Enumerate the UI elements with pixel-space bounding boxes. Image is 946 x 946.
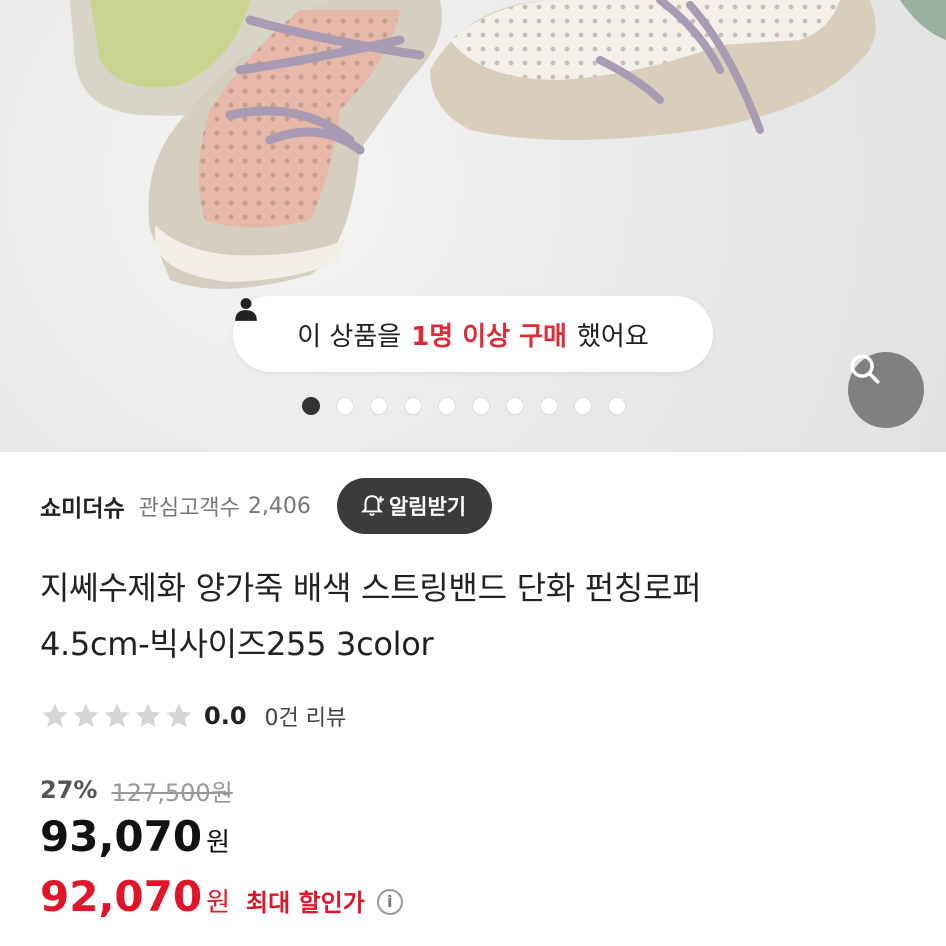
carousel-dot[interactable] [302, 397, 320, 415]
shop-name[interactable]: 쇼미더슈 [40, 489, 125, 523]
price-row: 93,070 원 [40, 812, 230, 861]
product-title-line2: 4.5cm-빅사이즈255 3color [40, 625, 434, 663]
purchase-count-badge: 이 상품을 1명 이상 구매 했어요 [233, 296, 713, 372]
carousel-dot[interactable] [370, 397, 388, 415]
search-icon [850, 354, 880, 384]
rating-score: 0.0 [204, 702, 247, 730]
product-title-line1: 지쎄수제화 양가죽 배색 스트링밴드 단화 펀칭로퍼 [40, 569, 702, 607]
carousel-dot[interactable] [608, 397, 626, 415]
max-discount-price: 92,070 [40, 872, 203, 921]
star-icon [104, 703, 130, 728]
interest-count: 2,406 [247, 493, 311, 519]
purchase-highlight: 1명 이상 구매 [411, 321, 567, 352]
carousel-dot[interactable] [438, 397, 456, 415]
carousel-dot[interactable] [404, 397, 422, 415]
person-icon [235, 298, 257, 321]
shop-info: 쇼미더슈 관심고객수 2,406 알림받기 [40, 478, 493, 534]
interest-label: 관심고객수 [138, 496, 240, 521]
product-image-carousel[interactable]: 이 상품을 1명 이상 구매 했어요 [0, 0, 946, 452]
sale-price: 93,070 [40, 812, 203, 861]
bell-plus-icon [360, 495, 384, 516]
review-count[interactable]: 0건 리뷰 [265, 700, 347, 732]
star-icon [166, 703, 192, 728]
product-photo [70, 0, 946, 289]
max-discount-label: 최대 할인가 [246, 889, 365, 917]
carousel-dot[interactable] [472, 397, 490, 415]
carousel-dot[interactable] [574, 397, 592, 415]
max-discount-currency: 원 [206, 888, 230, 918]
carousel-dot[interactable] [540, 397, 558, 415]
rating-row[interactable]: 0.0 0건 리뷰 [40, 696, 346, 736]
discount-rate: 27% [40, 776, 98, 804]
info-icon[interactable]: i [376, 888, 403, 915]
notify-button[interactable]: 알림받기 [336, 478, 493, 534]
star-icon [42, 703, 68, 728]
star-icon [135, 703, 161, 728]
carousel-indicator [302, 397, 626, 415]
discount-row: 27% 127,500원 [40, 770, 233, 810]
star-rating [40, 701, 194, 731]
product-title: 지쎄수제화 양가죽 배색 스트링밴드 단화 펀칭로퍼 4.5cm-빅사이즈255… [40, 560, 910, 672]
max-discount-row: 92,070 원 최대 할인가 i [40, 872, 403, 921]
carousel-dot[interactable] [336, 397, 354, 415]
original-price: 127,500원 [111, 778, 233, 807]
notify-label: 알림받기 [388, 496, 467, 519]
purchase-suffix: 했어요 [576, 321, 649, 352]
currency-unit: 원 [206, 828, 230, 858]
star-icon [73, 703, 99, 728]
carousel-dot[interactable] [506, 397, 524, 415]
purchase-prefix: 이 상품을 [297, 321, 402, 352]
zoom-button[interactable] [848, 352, 924, 428]
